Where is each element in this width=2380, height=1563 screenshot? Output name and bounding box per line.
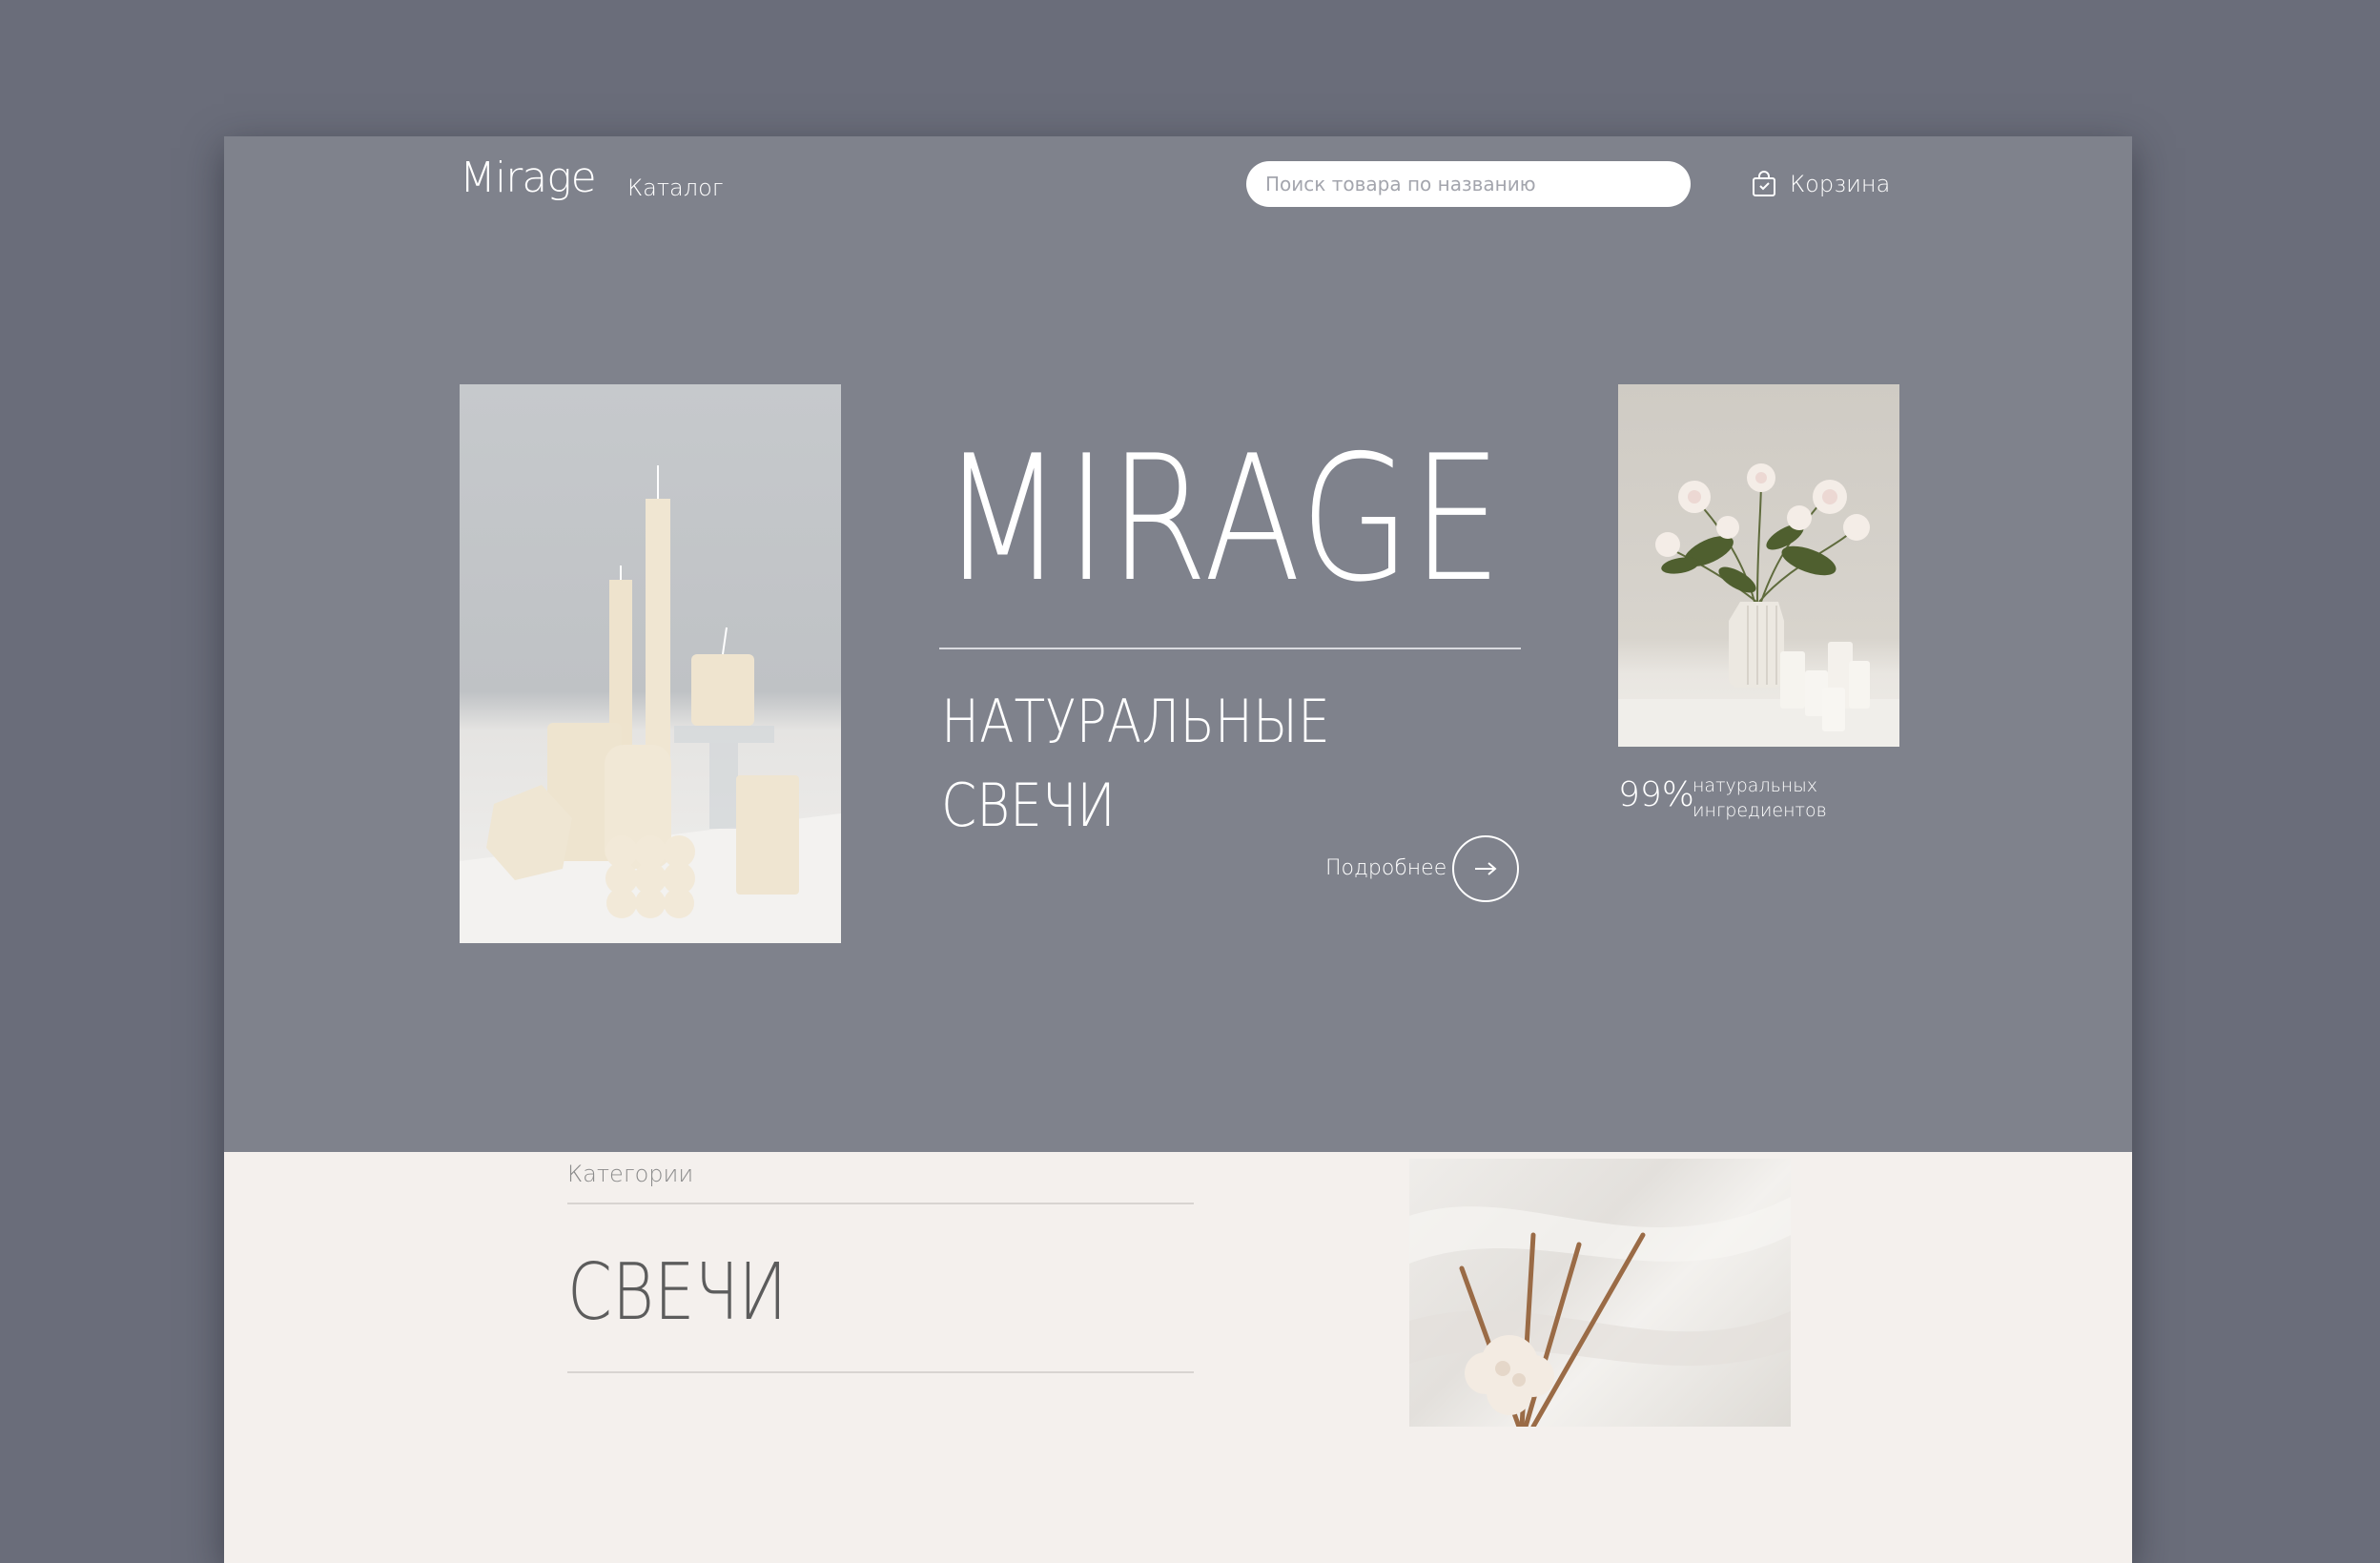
arrow-right-icon [1475,862,1497,875]
hero-subtitle-line2: СВЕЧИ [941,771,1116,840]
hero-title: MIRAGE [941,418,1504,620]
site-logo[interactable]: Mirage [460,157,597,199]
stat-label-line2: ингредиентов [1693,800,1827,821]
search-input[interactable] [1246,161,1691,207]
more-link[interactable]: Подробнее [1325,856,1446,880]
categories-section [224,1152,2132,1563]
vase-photo [1618,384,1899,747]
categories-divider-top [567,1203,1194,1204]
hero-section: Mirage Каталог Корзина [224,136,2132,1152]
natural-ingredients-percent: 99% [1618,775,1695,814]
hero-subtitle-line1: НАТУРАЛЬНЫЕ [941,687,1330,756]
shopping-bag-icon [1753,171,1775,196]
page: Mirage Каталог Корзина [224,136,2132,1563]
cart-label: Корзина [1790,171,1891,197]
category-title[interactable]: СВЕЧИ [567,1254,787,1332]
hero-subtitle: НАТУРАЛЬНЫЕ СВЕЧИ [941,680,1330,848]
candles-photo [460,384,841,943]
stat-label-line1: натуральных [1693,775,1817,796]
natural-ingredients-label: натуральных ингредиентов [1693,773,1827,823]
nav-catalog-link[interactable]: Каталог [627,176,724,199]
more-button[interactable] [1452,835,1519,902]
categories-divider-bottom [567,1371,1194,1373]
hero-divider [939,648,1521,649]
diffuser-sticks-photo [1409,1159,1791,1427]
categories-label: Категории [567,1161,694,1187]
cart-link[interactable]: Корзина [1752,171,1890,197]
